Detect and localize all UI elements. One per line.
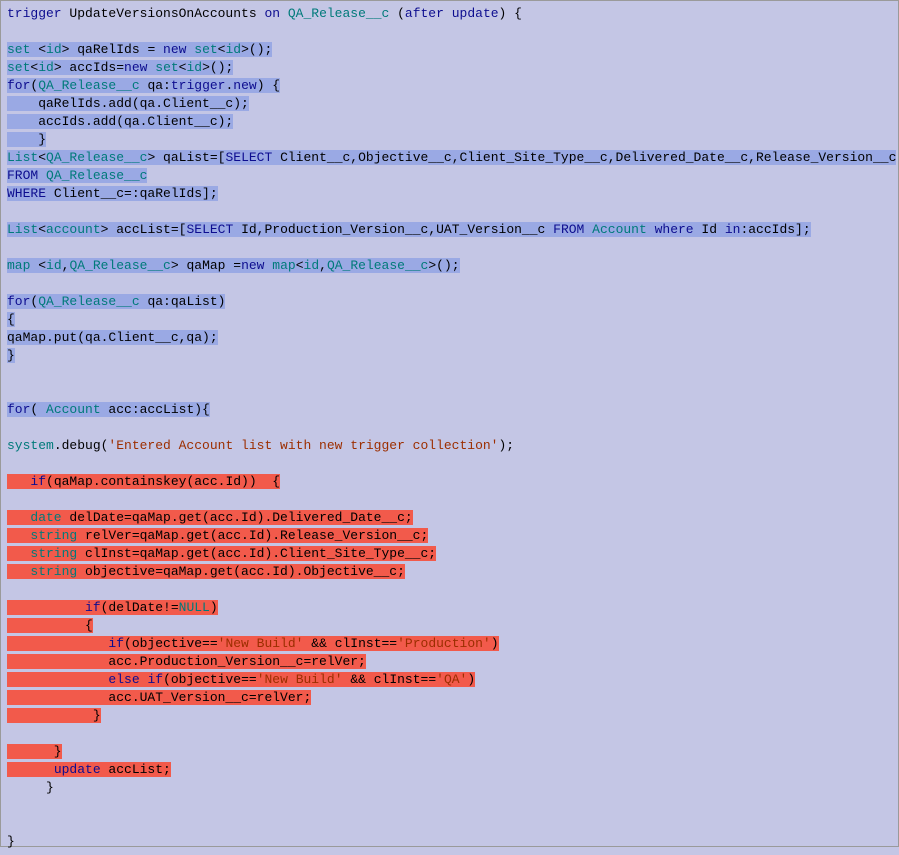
code-line: accIds.add(qa.Client__c); — [7, 114, 233, 129]
code-line: for(QA_Release__c qa:qaList) — [7, 294, 225, 309]
code-line: set <id> qaRelIds = new set<id>(); — [7, 42, 272, 57]
code-line: } — [7, 708, 101, 723]
code-line: set<id> accIds=new set<id>(); — [7, 60, 233, 75]
code-line: List<account> accList=[SELECT Id,Product… — [7, 222, 811, 237]
code-line: qaMap.put(qa.Client__c,qa); — [7, 330, 218, 345]
code-line: trigger UpdateVersionsOnAccounts on QA_R… — [7, 6, 522, 21]
code-line: else if(objective=='New Build' && clInst… — [7, 672, 475, 687]
code-line: update accList; — [7, 762, 171, 777]
code-line: WHERE Client__c=:qaRelIds]; — [7, 186, 218, 201]
code-line: system.debug('Entered Account list with … — [7, 438, 514, 453]
code-line: { — [7, 312, 15, 327]
code-line: } — [7, 132, 46, 147]
code-line: string clInst=qaMap.get(acc.Id).Client_S… — [7, 546, 436, 561]
code-line: } — [7, 780, 54, 795]
code-editor[interactable]: trigger UpdateVersionsOnAccounts on QA_R… — [1, 1, 898, 855]
code-line: for( Account acc:accList){ — [7, 402, 210, 417]
code-line: map <id,QA_Release__c> qaMap =new map<id… — [7, 258, 460, 273]
code-line: qaRelIds.add(qa.Client__c); — [7, 96, 249, 111]
code-line: if(delDate!=NULL) — [7, 600, 218, 615]
code-line: { — [7, 618, 93, 633]
code-line: if(qaMap.containskey(acc.Id)) { — [7, 474, 280, 489]
code-line: acc.Production_Version__c=relVer; — [7, 654, 366, 669]
code-line: } — [7, 348, 15, 363]
code-line: FROM QA_Release__c — [7, 168, 147, 183]
code-line: List<QA_Release__c> qaList=[SELECT Clien… — [7, 150, 896, 165]
code-line: date delDate=qaMap.get(acc.Id).Delivered… — [7, 510, 413, 525]
code-line: acc.UAT_Version__c=relVer; — [7, 690, 311, 705]
code-line: string relVer=qaMap.get(acc.Id).Release_… — [7, 528, 428, 543]
code-line: string objective=qaMap.get(acc.Id).Objec… — [7, 564, 405, 579]
code-line: } — [7, 744, 62, 759]
code-line: if(objective=='New Build' && clInst=='Pr… — [7, 636, 499, 651]
code-line: for(QA_Release__c qa:trigger.new) { — [7, 78, 280, 93]
